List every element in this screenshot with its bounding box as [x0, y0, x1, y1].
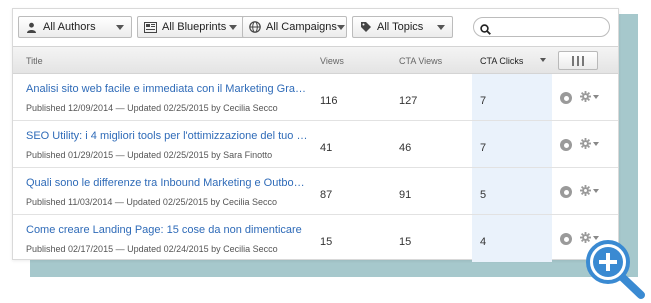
blueprints-dropdown-label: All Blueprints [162, 21, 227, 33]
tag-icon [359, 21, 372, 34]
zoom-in-icon [586, 240, 645, 299]
user-icon [25, 21, 38, 34]
post-meta: Published 01/29/2015 — Updated 02/25/201… [26, 150, 273, 160]
cta-clicks-cell: 7 [480, 95, 487, 107]
post-meta: Published 02/17/2015 — Updated 02/24/201… [26, 244, 278, 254]
content-panel: All Authors All Blueprints All Campaigns… [12, 8, 619, 262]
post-title-link[interactable]: Come creare Landing Page: 15 cose da non… [26, 224, 309, 236]
preview-icon[interactable] [560, 186, 572, 198]
preview-icon[interactable] [560, 92, 572, 104]
gear-icon [580, 185, 591, 196]
authors-dropdown[interactable]: All Authors [18, 16, 132, 38]
campaigns-dropdown[interactable]: All Campaigns [242, 16, 347, 38]
filter-bar: All Authors All Blueprints All Campaigns… [18, 16, 614, 40]
chevron-down-icon [437, 24, 445, 30]
post-title-link[interactable]: Quali sono le differenze tra Inbound Mar… [26, 177, 309, 189]
gear-icon [580, 91, 591, 102]
cta-clicks-cell: 4 [480, 236, 487, 248]
post-meta: Published 11/03/2014 — Updated 02/25/201… [26, 197, 278, 207]
chevron-down-icon [116, 24, 124, 30]
chevron-down-icon [593, 188, 599, 193]
authors-dropdown-label: All Authors [43, 21, 96, 33]
blueprint-icon [144, 21, 157, 34]
cta-views-cell: 127 [399, 95, 418, 107]
gear-menu-button[interactable] [580, 91, 599, 102]
blueprints-dropdown[interactable]: All Blueprints [137, 16, 245, 38]
views-cell: 87 [320, 189, 333, 201]
zoom-in-button[interactable] [583, 238, 647, 300]
views-cell: 41 [320, 142, 333, 154]
column-header-title[interactable]: Title [26, 56, 43, 66]
search-icon [480, 22, 491, 35]
table-row: Come creare Landing Page: 15 cose da non… [13, 215, 618, 262]
views-cell: 15 [320, 236, 333, 248]
search-input[interactable] [473, 17, 610, 37]
cta-views-cell: 46 [399, 142, 412, 154]
chevron-down-icon [593, 94, 599, 99]
column-header-cta-views[interactable]: CTA Views [399, 56, 442, 66]
gear-icon [580, 138, 591, 149]
table-row: SEO Utility: i 4 migliori tools per l'ot… [13, 121, 618, 168]
views-cell: 116 [320, 95, 338, 107]
table-header: Title Views CTA Views CTA Clicks [13, 46, 618, 74]
preview-icon[interactable] [560, 233, 572, 245]
chevron-down-icon [593, 141, 599, 146]
content-table: Title Views CTA Views CTA Clicks Analisi… [13, 46, 618, 262]
chevron-down-icon [336, 24, 345, 30]
columns-icon [572, 55, 574, 66]
table-row: Analisi sito web facile e immediata con … [13, 74, 618, 121]
cta-clicks-cell: 7 [480, 142, 487, 154]
topics-dropdown[interactable]: All Topics [352, 16, 453, 38]
campaigns-dropdown-label: All Campaigns [266, 21, 337, 33]
cta-clicks-cell: 5 [480, 189, 487, 201]
post-title-link[interactable]: Analisi sito web facile e immediata con … [26, 83, 309, 95]
table-row: Quali sono le differenze tra Inbound Mar… [13, 168, 618, 215]
cta-views-cell: 91 [399, 189, 412, 201]
gear-menu-button[interactable] [580, 138, 599, 149]
post-title-link[interactable]: SEO Utility: i 4 migliori tools per l'ot… [26, 130, 309, 142]
topics-dropdown-label: All Topics [377, 21, 424, 33]
globe-icon [249, 21, 261, 34]
gear-menu-button[interactable] [580, 185, 599, 196]
sort-desc-icon[interactable] [540, 58, 546, 62]
table-body: Analisi sito web facile e immediata con … [13, 74, 618, 262]
preview-icon[interactable] [560, 139, 572, 151]
columns-toggle-button[interactable] [558, 51, 598, 70]
post-meta: Published 12/09/2014 — Updated 02/25/201… [26, 103, 278, 113]
column-header-views[interactable]: Views [320, 56, 344, 66]
column-header-cta-clicks[interactable]: CTA Clicks [480, 56, 523, 66]
chevron-down-icon [229, 24, 237, 30]
cta-views-cell: 15 [399, 236, 412, 248]
